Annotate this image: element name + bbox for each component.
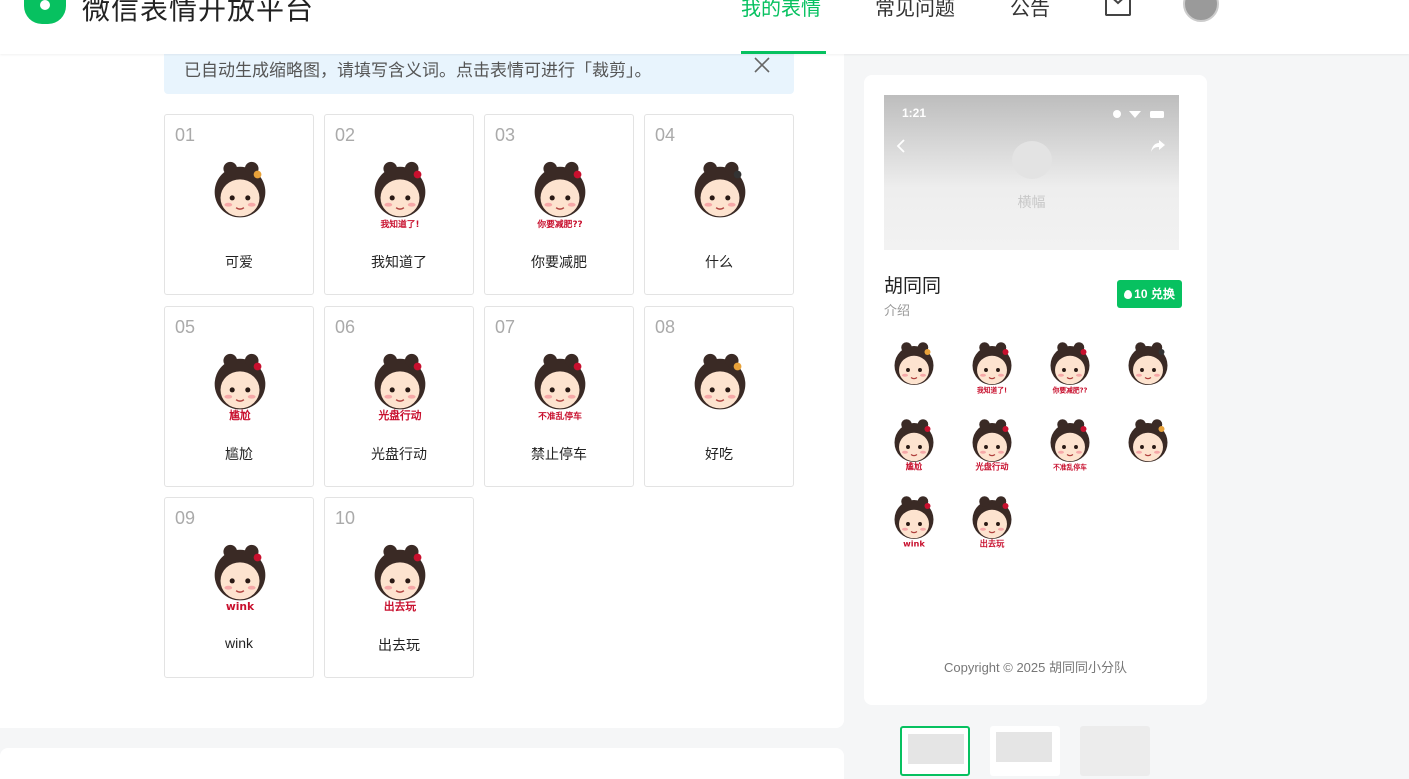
pack-intro: 介绍 <box>884 303 911 318</box>
sticker-card[interactable]: 10 出去玩 出去玩 <box>324 497 474 678</box>
tab-thumbnail <box>996 732 1052 762</box>
secondary-panel <box>0 748 844 779</box>
nav-active-indicator <box>741 51 826 54</box>
sticker-thumbnail: wink <box>884 491 944 551</box>
sticker-image[interactable] <box>681 347 759 425</box>
sticker-image[interactable] <box>201 155 279 233</box>
sticker-thumbnail <box>884 337 944 397</box>
sticker-thumbnail <box>1118 337 1178 397</box>
svg-text:wink: wink <box>226 600 255 613</box>
svg-text:出去玩: 出去玩 <box>384 600 416 613</box>
sticker-number: 09 <box>175 508 196 528</box>
mail-icon[interactable] <box>1105 0 1131 16</box>
sticker-image[interactable]: 你要减肥?? <box>521 155 599 233</box>
phone-time: 1:21 <box>902 106 927 120</box>
svg-text:不准乱停车: 不准乱停车 <box>1053 463 1087 472</box>
sticker-card[interactable]: 08 好吃 <box>644 305 794 487</box>
preview-tab-banner[interactable] <box>990 726 1060 776</box>
sticker-image[interactable]: 尴尬 <box>201 347 279 425</box>
sticker-meaning-label[interactable]: 光盘行动 <box>325 444 473 464</box>
sticker-card[interactable]: 05 尴尬 尴尬 <box>164 305 314 487</box>
sticker-meaning-label[interactable]: 出去玩 <box>325 635 473 655</box>
sticker-meaning-label[interactable]: 可爱 <box>165 252 313 272</box>
back-arrow-icon <box>896 139 905 153</box>
svg-text:不准乱停车: 不准乱停车 <box>538 410 582 422</box>
sticker-number: 08 <box>655 316 676 337</box>
sticker-card[interactable]: 01 可爱 <box>164 114 314 295</box>
sticker-meaning-label[interactable]: 我知道了 <box>325 252 473 272</box>
sticker-number: 02 <box>335 125 356 145</box>
info-notice: 已自动生成缩略图，请填写含义词。点击表情可进行「裁剪」。 <box>164 52 794 94</box>
sticker-number: 06 <box>335 316 356 337</box>
svg-text:出去玩: 出去玩 <box>980 539 1006 549</box>
tab-thumbnail <box>908 734 964 764</box>
svg-text:我知道了!: 我知道了! <box>380 218 419 230</box>
drop-icon <box>1124 290 1133 299</box>
svg-text:光盘行动: 光盘行动 <box>378 409 422 422</box>
sticker-card[interactable]: 02 我知道了! 我知道了 <box>324 114 474 295</box>
user-avatar[interactable] <box>1183 0 1219 22</box>
nav-my-stickers[interactable]: 我的表情 <box>741 0 821 21</box>
sticker-editor-panel: 已自动生成缩略图，请填写含义词。点击表情可进行「裁剪」。 01 可爱 02 我知… <box>0 52 844 728</box>
svg-text:你要减肥??: 你要减肥?? <box>536 218 582 230</box>
svg-text:wink: wink <box>903 539 925 549</box>
svg-text:你要减肥??: 你要减肥?? <box>1052 386 1088 395</box>
banner-preview: 1:21 横幅 <box>884 95 1179 250</box>
close-icon[interactable] <box>753 56 771 74</box>
sticker-image[interactable]: 我知道了! <box>361 155 439 233</box>
svg-text:我知道了!: 我知道了! <box>977 386 1007 395</box>
sticker-card[interactable]: 06 光盘行动 光盘行动 <box>324 305 474 487</box>
redeem-label: 10 兑换 <box>1134 287 1175 301</box>
sticker-number: 05 <box>175 316 196 337</box>
phone-preview: 1:21 横幅 胡同同 介绍 10 兑换 我知道了! 你要减肥?? 尴尬 光盘行… <box>864 75 1207 705</box>
status-bar-icons <box>1113 110 1164 118</box>
sticker-image[interactable]: wink <box>201 538 279 616</box>
sticker-meaning-label[interactable]: 你要减肥 <box>485 252 633 272</box>
sticker-number: 10 <box>335 508 356 528</box>
preview-tab-other[interactable] <box>1080 726 1150 776</box>
share-icon <box>1151 140 1165 152</box>
banner-label: 横幅 <box>1017 194 1046 210</box>
wechat-logo-icon[interactable] <box>24 0 66 24</box>
sticker-meaning-label[interactable]: 什么 <box>645 252 793 272</box>
sticker-thumbnail <box>1118 414 1178 474</box>
nav-faq[interactable]: 常见问题 <box>875 0 955 21</box>
pack-name: 胡同同 <box>884 276 942 297</box>
wechat-placeholder-icon <box>1012 141 1052 179</box>
svg-text:尴尬: 尴尬 <box>229 409 251 422</box>
sticker-meaning-label[interactable]: 好吃 <box>645 444 793 464</box>
sticker-thumbnail: 光盘行动 <box>962 414 1022 474</box>
sticker-number: 01 <box>175 125 196 145</box>
sticker-card[interactable]: 09 wink wink <box>164 497 314 678</box>
notice-text: 已自动生成缩略图，请填写含义词。点击表情可进行「裁剪」。 <box>184 61 652 80</box>
svg-text:尴尬: 尴尬 <box>906 462 923 472</box>
sticker-thumbnail: 出去玩 <box>962 491 1022 551</box>
nav-announcements[interactable]: 公告 <box>1010 0 1050 21</box>
sticker-meaning-label[interactable]: 禁止停车 <box>485 444 633 464</box>
sticker-number: 07 <box>495 316 516 337</box>
sticker-thumbnail: 我知道了! <box>962 337 1022 397</box>
sticker-meaning-label[interactable]: wink <box>165 635 313 651</box>
preview-tab-chat[interactable] <box>900 726 970 776</box>
copyright: Copyright © 2025 胡同同小分队 <box>944 660 1127 675</box>
svg-text:光盘行动: 光盘行动 <box>975 462 1009 472</box>
sticker-image[interactable]: 出去玩 <box>361 538 439 616</box>
sticker-image[interactable]: 光盘行动 <box>361 347 439 425</box>
sticker-meaning-label[interactable]: 尴尬 <box>165 444 313 464</box>
sticker-card[interactable]: 07 不准乱停车 禁止停车 <box>484 305 634 487</box>
sticker-card[interactable]: 04 什么 <box>644 114 794 295</box>
site-title[interactable]: 微信表情开放平台 <box>82 0 314 28</box>
redeem-button[interactable]: 10 兑换 <box>1117 280 1182 308</box>
sticker-card[interactable]: 03 你要减肥?? 你要减肥 <box>484 114 634 295</box>
sticker-number: 04 <box>655 125 676 145</box>
sticker-image[interactable]: 不准乱停车 <box>521 347 599 425</box>
sticker-image[interactable] <box>681 155 759 233</box>
top-nav: 微信表情开放平台 我的表情 常见问题 公告 <box>0 0 1409 54</box>
sticker-thumbnail: 尴尬 <box>884 414 944 474</box>
sticker-number: 03 <box>495 125 516 145</box>
sticker-thumbnail: 不准乱停车 <box>1040 414 1100 474</box>
sticker-thumbnail: 你要减肥?? <box>1040 337 1100 397</box>
